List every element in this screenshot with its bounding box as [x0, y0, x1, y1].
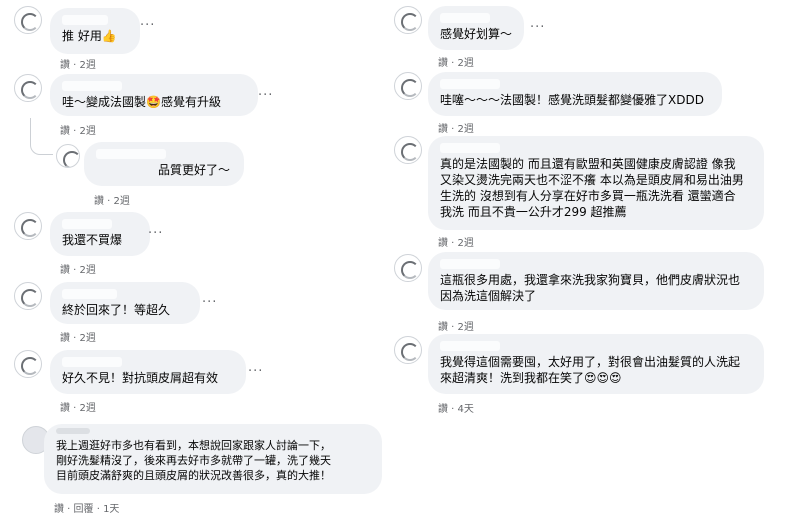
user-avatar-icon[interactable] — [14, 6, 42, 34]
comment-text: 哇噻～～～法國製！感覺洗頭髮都變優雅了XDDD — [440, 93, 704, 107]
comment-meta[interactable]: 讚 · 2週 — [94, 192, 130, 207]
comment-text: 好久不見！對抗頭皮屑超有效 — [62, 371, 219, 385]
user-avatar-icon[interactable] — [56, 144, 80, 168]
comment-text: 感覺好划算～ — [440, 27, 513, 41]
comment-text: 真的是法國製的 而且還有歐盟和英國健康皮膚認證 像我 又染又燙洗完兩天也不涩不癢… — [440, 157, 744, 219]
comment-bubble: 真的是法國製的 而且還有歐盟和英國健康皮膚認證 像我 又染又燙洗完兩天也不涩不癢… — [428, 136, 764, 230]
comment-bubble: 我上週逛好市多也有看到，本想說回家跟家人討論一下， 剛好洗髮精沒了，後來再去好市… — [44, 424, 382, 494]
commenter-name-redacted[interactable] — [62, 219, 112, 229]
comment-text: 這瓶很多用處，我還拿來洗我家狗寶貝，他們皮膚狀況也 因為洗這個解決了 — [440, 273, 741, 303]
comment-text: 哇～變成法國製🤩感覺有升級 — [62, 95, 221, 109]
user-avatar-icon[interactable] — [14, 212, 42, 240]
comment-bubble: 好久不見！對抗頭皮屑超有效 — [50, 350, 246, 394]
commenter-name-redacted[interactable] — [440, 259, 500, 269]
comment-text: 我覺得這個需要囤，太好用了，對很會出油髮質的人洗起 來超清爽！洗到我都在笑了😍😍… — [440, 355, 741, 385]
comment-meta[interactable]: 讚 · 2週 — [438, 234, 474, 249]
comment-meta[interactable]: 讚 · 2週 — [438, 318, 474, 333]
commenter-name-redacted[interactable] — [440, 79, 500, 89]
user-avatar-icon[interactable] — [394, 336, 422, 364]
user-avatar-icon[interactable] — [14, 74, 42, 102]
comment-text: 品質更好了～ — [158, 163, 231, 177]
commenter-name-redacted[interactable] — [440, 13, 490, 23]
more-options-icon[interactable]: ··· — [258, 88, 273, 103]
comment-bubble: 我覺得這個需要囤，太好用了，對很會出油髮質的人洗起 來超清爽！洗到我都在笑了😍😍… — [428, 334, 764, 394]
comment-meta[interactable]: 讚 · 2週 — [438, 54, 474, 69]
comment-text: 我還不買爆 — [62, 233, 123, 247]
comment-meta[interactable]: 讚 · 2週 — [60, 122, 96, 137]
commenter-name-redacted[interactable] — [62, 81, 122, 91]
commenter-name-redacted[interactable] — [96, 149, 166, 159]
comment-text: 我上週逛好市多也有看到，本想說回家跟家人討論一下， 剛好洗髮精沒了，後來再去好市… — [56, 439, 331, 482]
comment-bubble: 哇噻～～～法國製！感覺洗頭髮都變優雅了XDDD — [428, 72, 722, 116]
user-avatar-icon[interactable] — [394, 72, 422, 100]
commenter-name-redacted[interactable] — [56, 428, 90, 434]
comment-meta[interactable]: 讚 · 2週 — [60, 56, 96, 71]
comment-meta[interactable]: 讚 · 回覆 · 1天 — [54, 500, 119, 515]
commenter-name-redacted[interactable] — [440, 341, 500, 351]
comment-bubble: 這瓶很多用處，我還拿來洗我家狗寶貝，他們皮膚狀況也 因為洗這個解決了 — [428, 252, 764, 310]
comment-bubble: 推 好用👍 — [50, 8, 140, 54]
comment-meta[interactable]: 讚 · 2週 — [438, 120, 474, 135]
comment-bubble: 品質更好了～ — [84, 142, 244, 186]
more-options-icon[interactable]: ··· — [248, 364, 263, 379]
commenter-name-redacted[interactable] — [62, 357, 122, 367]
commenter-name-redacted[interactable] — [440, 143, 500, 153]
comment-bubble: 哇～變成法國製🤩感覺有升級 — [50, 74, 258, 116]
user-avatar-icon[interactable] — [394, 6, 422, 34]
user-avatar-icon[interactable] — [394, 254, 422, 282]
comment-text: 終於回來了！等超久 — [62, 303, 171, 317]
comment-bubble: 感覺好划算～ — [428, 6, 524, 50]
comment-meta[interactable]: 讚 · 4天 — [438, 400, 474, 415]
comment-text: 推 好用👍 — [62, 29, 117, 43]
more-options-icon[interactable]: ··· — [148, 226, 163, 241]
more-options-icon[interactable]: ··· — [530, 20, 545, 35]
user-avatar-icon[interactable] — [394, 136, 422, 164]
comment-meta[interactable]: 讚 · 2週 — [60, 399, 96, 414]
user-avatar-icon[interactable] — [14, 350, 42, 378]
commenter-name-redacted[interactable] — [62, 15, 108, 25]
comment-meta[interactable]: 讚 · 2週 — [60, 329, 96, 344]
comment-meta[interactable]: 讚 · 2週 — [60, 261, 96, 276]
comment-bubble: 終於回來了！等超久 — [50, 282, 200, 324]
commenter-name-redacted[interactable] — [62, 289, 117, 299]
more-options-icon[interactable]: ··· — [140, 18, 155, 33]
more-options-icon[interactable]: ··· — [202, 295, 217, 310]
reply-connector — [30, 118, 53, 155]
user-avatar-icon[interactable] — [14, 282, 42, 310]
comment-bubble: 我還不買爆 — [50, 212, 150, 256]
